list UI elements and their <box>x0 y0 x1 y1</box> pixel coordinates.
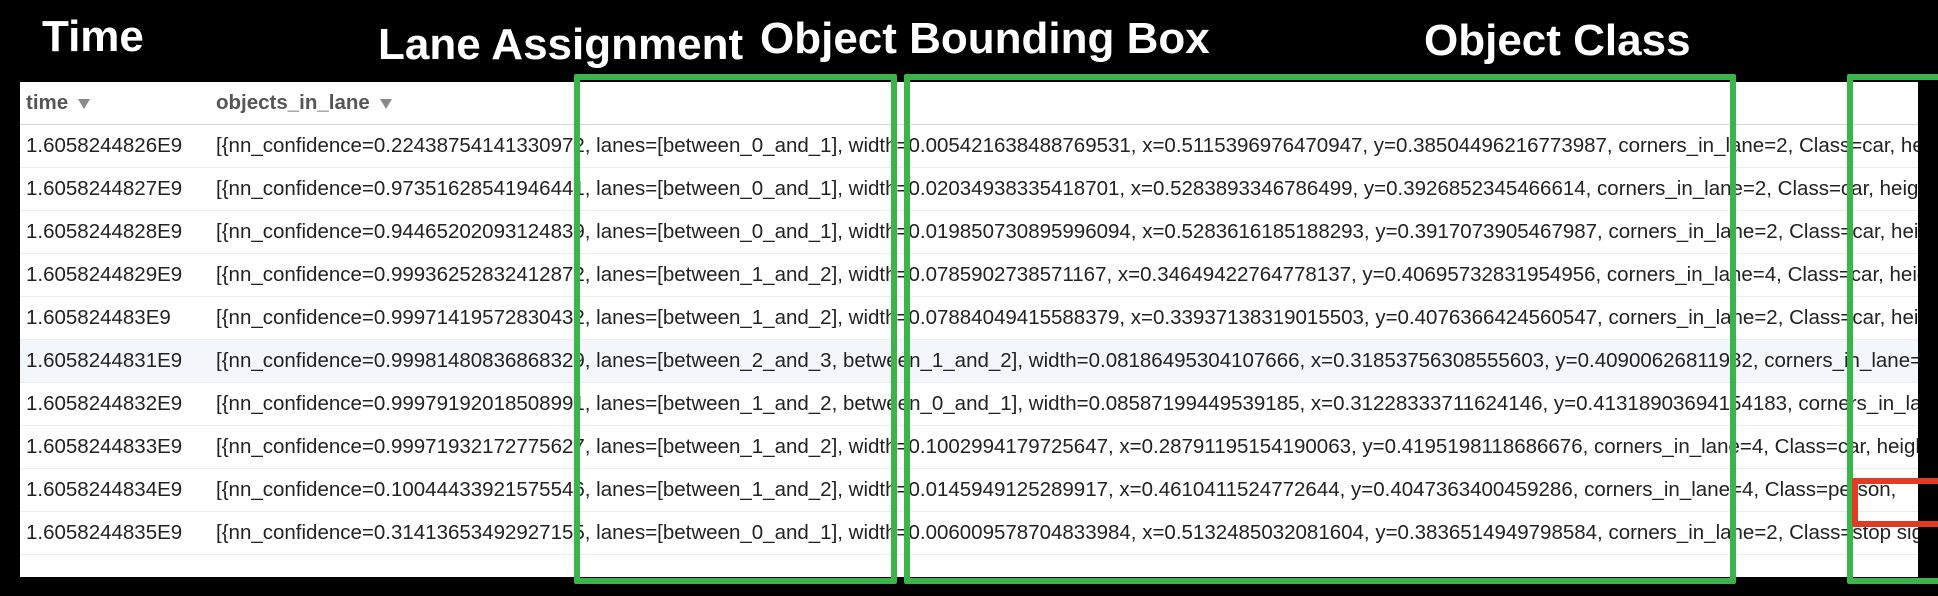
cell-time: 1.6058244835E9 <box>20 512 210 555</box>
table-header-row: time objects_in_lane <box>20 82 1918 125</box>
table-row: 1.6058244828E9[{nn_confidence=0.94465202… <box>20 211 1918 254</box>
cell-time: 1.6058244827E9 <box>20 168 210 211</box>
cell-objects-in-lane: [{nn_confidence=0.31413653492927155, lan… <box>210 512 1918 555</box>
table-row: 1.6058244835E9[{nn_confidence=0.31413653… <box>20 512 1918 555</box>
table-row: 1.6058244826E9[{nn_confidence=0.22438754… <box>20 125 1918 168</box>
table-body: 1.6058244826E9[{nn_confidence=0.22438754… <box>20 125 1918 555</box>
column-header-objects-label: objects_in_lane <box>216 91 370 114</box>
annotation-title-lane-assignment: Lane Assignment <box>378 20 743 70</box>
table-row: 1.6058244827E9[{nn_confidence=0.97351628… <box>20 168 1918 211</box>
cell-objects-in-lane: [{nn_confidence=0.99971419572830432, lan… <box>210 297 1918 340</box>
cell-time: 1.6058244828E9 <box>20 211 210 254</box>
table-row: 1.6058244829E9[{nn_confidence=0.99936252… <box>20 254 1918 297</box>
cell-objects-in-lane: [{nn_confidence=0.99981480836868329, lan… <box>210 340 1918 383</box>
cell-time: 1.6058244833E9 <box>20 426 210 469</box>
cell-objects-in-lane: [{nn_confidence=0.97351628541946441, lan… <box>210 168 1918 211</box>
cell-time: 1.605824483E9 <box>20 297 210 340</box>
annotation-title-object-bounding-box: Object Bounding Box <box>760 14 1210 64</box>
cell-objects-in-lane: [{nn_confidence=0.10044433921575546, lan… <box>210 469 1918 512</box>
cell-objects-in-lane: [{nn_confidence=0.22438754141330972, lan… <box>210 125 1918 168</box>
annotation-title-object-class: Object Class <box>1424 16 1691 66</box>
table-row: 1.6058244831E9[{nn_confidence=0.99981480… <box>20 340 1918 383</box>
cell-time: 1.6058244831E9 <box>20 340 210 383</box>
annotation-title-time: Time <box>42 12 144 62</box>
table-row: 1.6058244833E9[{nn_confidence=0.99971932… <box>20 426 1918 469</box>
cell-objects-in-lane: [{nn_confidence=0.99971932172775627, lan… <box>210 426 1918 469</box>
column-header-time[interactable]: time <box>20 82 210 125</box>
data-table-panel: time objects_in_lane 1.6058244826E9[{nn_… <box>20 82 1918 577</box>
cell-objects-in-lane: [{nn_confidence=0.99936252832412872, lan… <box>210 254 1918 297</box>
figure-root: Time Lane Assignment Object Bounding Box… <box>0 0 1938 596</box>
cell-objects-in-lane: [{nn_confidence=0.99979192018508991, lan… <box>210 383 1918 426</box>
data-table: time objects_in_lane 1.6058244826E9[{nn_… <box>20 82 1918 555</box>
column-header-objects-in-lane[interactable]: objects_in_lane <box>210 82 1918 125</box>
cell-objects-in-lane: [{nn_confidence=0.94465202093124839, lan… <box>210 211 1918 254</box>
column-header-time-label: time <box>26 91 68 114</box>
cell-time: 1.6058244826E9 <box>20 125 210 168</box>
table-row: 1.6058244834E9[{nn_confidence=0.10044433… <box>20 469 1918 512</box>
sort-icon[interactable] <box>380 99 392 109</box>
cell-time: 1.6058244829E9 <box>20 254 210 297</box>
table-row: 1.6058244832E9[{nn_confidence=0.99979192… <box>20 383 1918 426</box>
cell-time: 1.6058244834E9 <box>20 469 210 512</box>
table-row: 1.605824483E9[{nn_confidence=0.999714195… <box>20 297 1918 340</box>
sort-icon[interactable] <box>78 99 90 109</box>
cell-time: 1.6058244832E9 <box>20 383 210 426</box>
